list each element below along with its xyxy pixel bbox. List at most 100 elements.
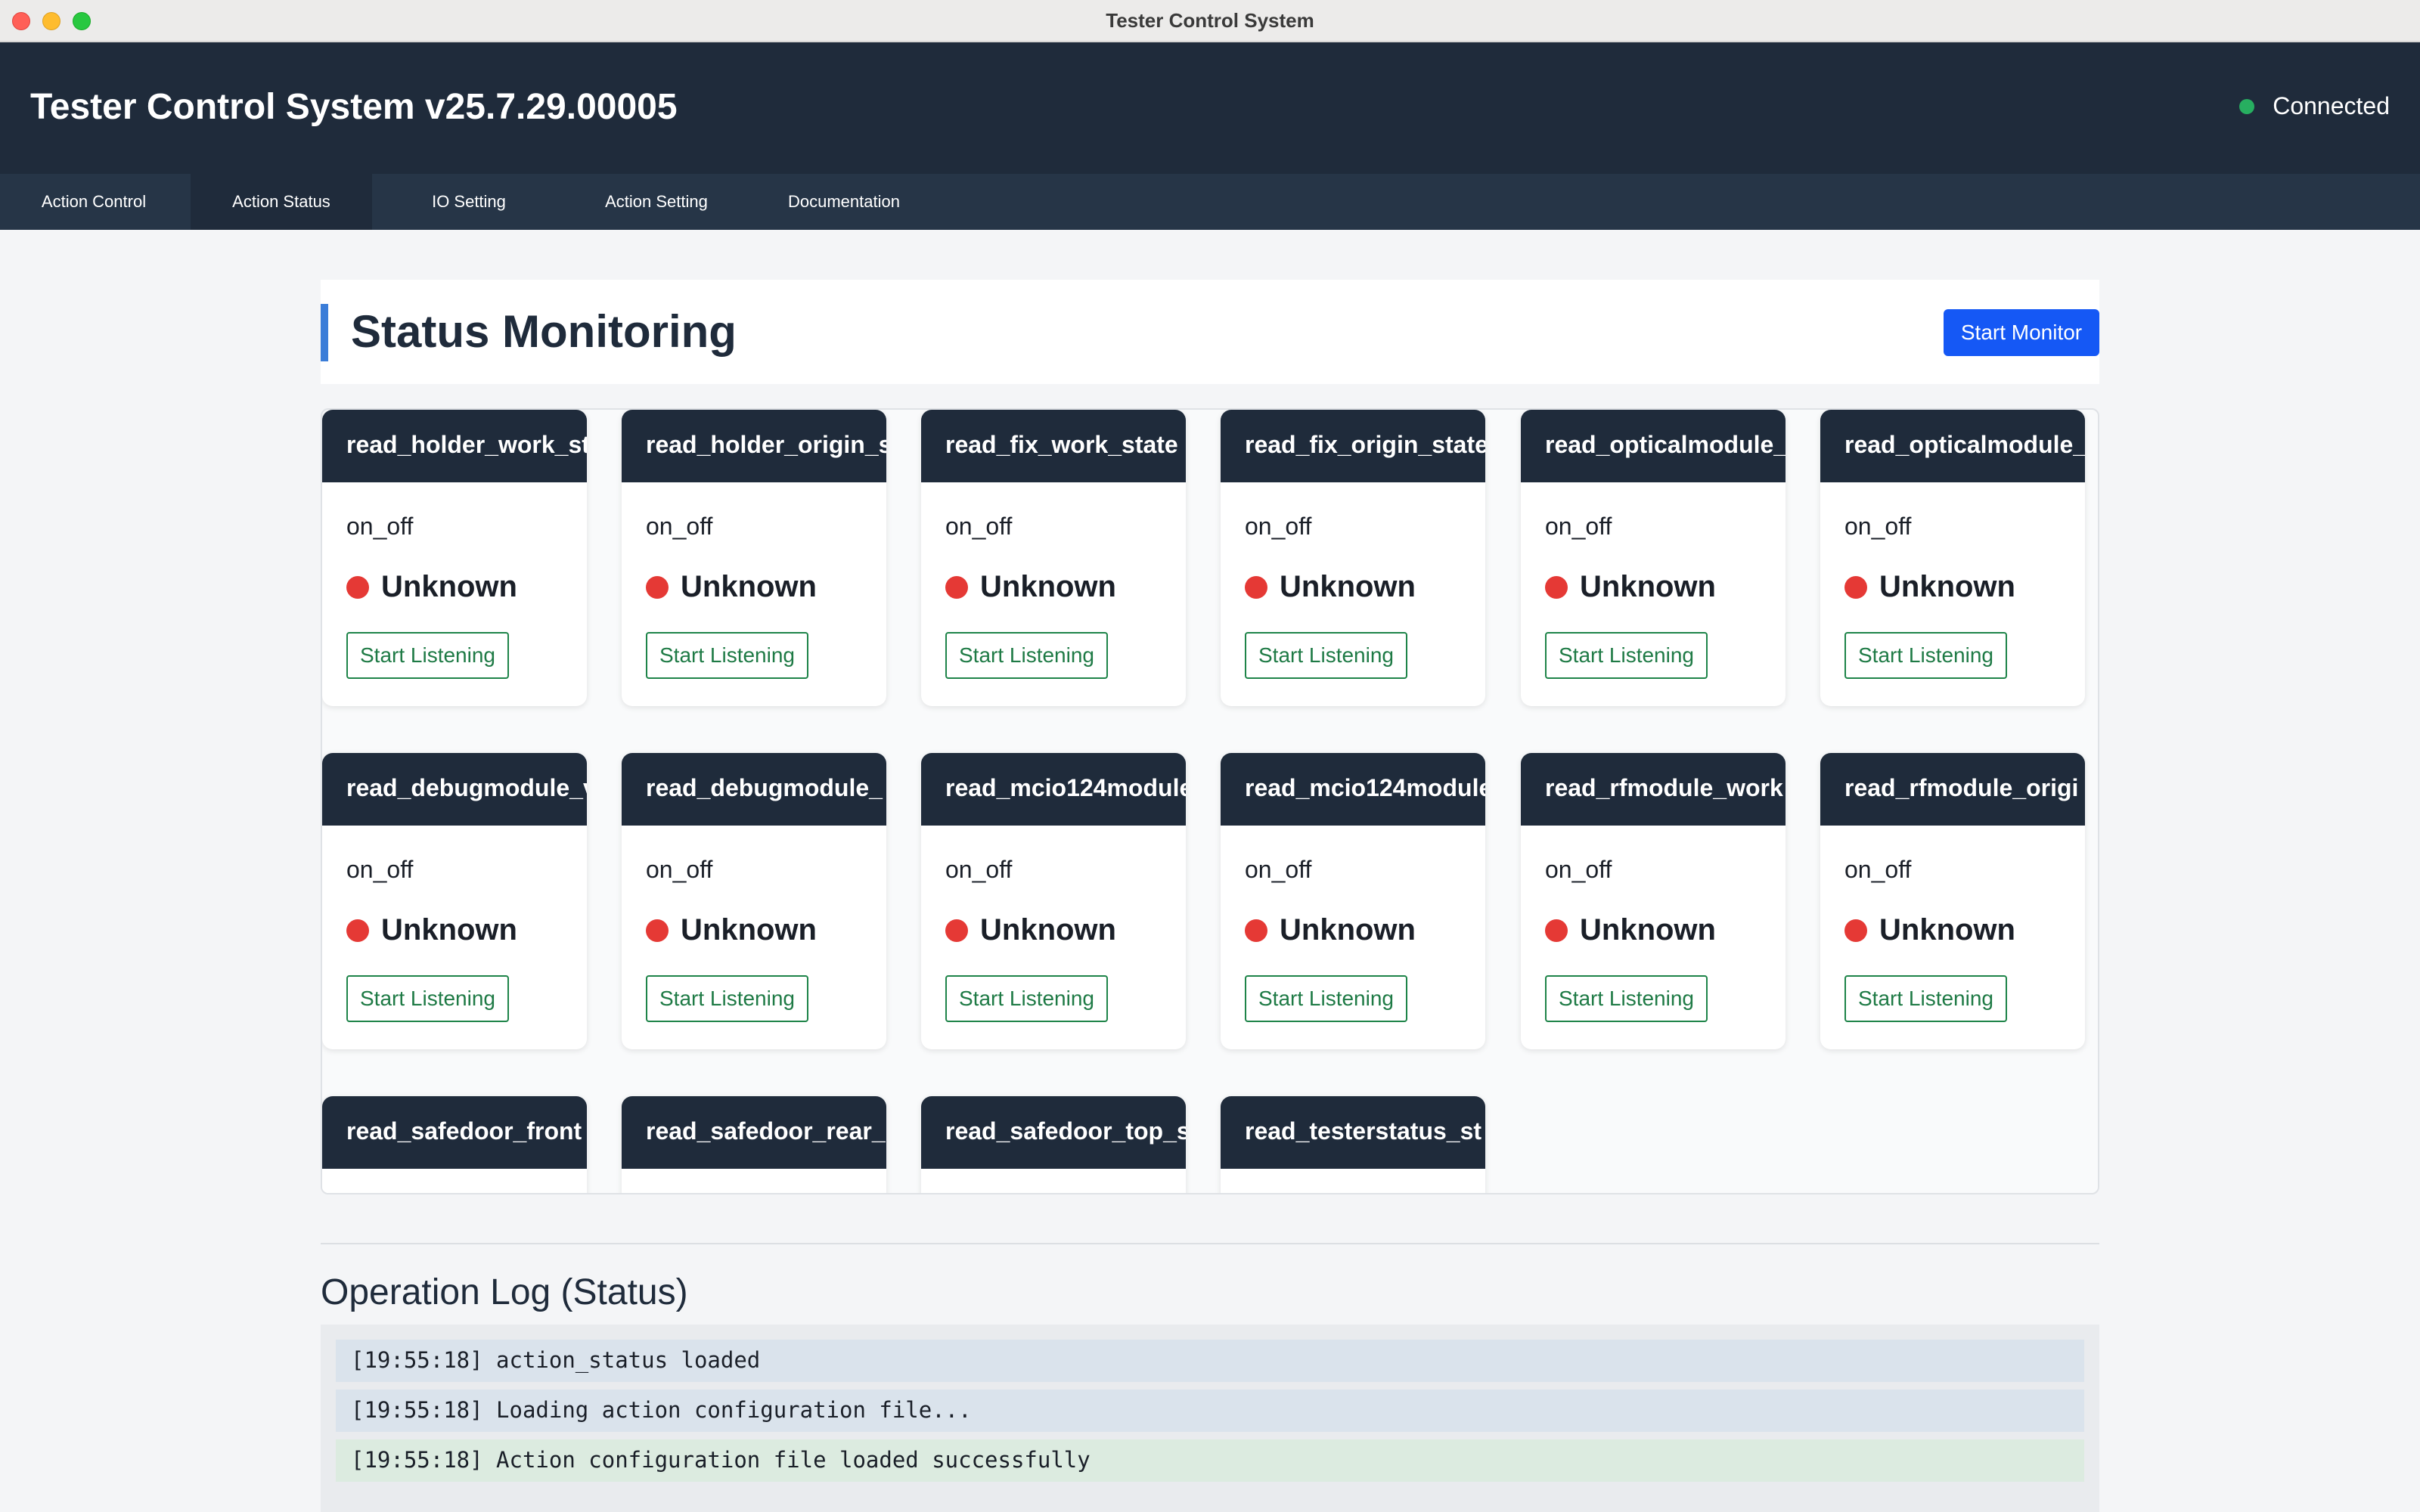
window-title-bar: Tester Control System (0, 0, 2420, 42)
start-listening-button[interactable]: Start Listening (1545, 632, 1708, 679)
tab-action-setting[interactable]: Action Setting (566, 174, 747, 230)
card-type: on_off (346, 856, 414, 883)
operation-log[interactable]: [19:55:18] action_status loaded [19:55:1… (321, 1325, 2099, 1512)
card-type: on_off (1844, 856, 1912, 883)
status-card: read_opticalmodule_ on_off Unknown Start… (1820, 410, 2085, 706)
status-dot-icon (346, 575, 369, 599)
status-card: read_rfmodule_work on_off Unknown Start … (1521, 753, 1786, 1049)
card-type: on_off (1245, 856, 1312, 883)
card-title: read_opticalmodule_ (1521, 410, 1786, 482)
status-card: read_safedoor_top_s (921, 1096, 1186, 1193)
start-listening-button[interactable]: Start Listening (945, 975, 1108, 1022)
tab-io-setting[interactable]: IO Setting (378, 174, 560, 230)
card-title: read_safedoor_rear_ (622, 1096, 886, 1169)
app-title: Tester Control System v25.7.29.00005 (30, 87, 678, 127)
card-type: on_off (646, 513, 713, 540)
status-dot-icon (945, 575, 968, 599)
page-title: Status Monitoring (351, 306, 737, 357)
state-text: Unknown (980, 570, 1116, 603)
status-card: read_safedoor_rear_ (622, 1096, 886, 1193)
status-card: read_debugmodule_ on_off Unknown Start L… (622, 753, 886, 1049)
start-listening-button[interactable]: Start Listening (1844, 632, 2007, 679)
status-dot-icon (1245, 575, 1267, 599)
card-type: on_off (1545, 513, 1612, 540)
section-divider (321, 1243, 2099, 1244)
card-title: read_testerstatus_st (1221, 1096, 1485, 1169)
status-dot-icon (1545, 575, 1568, 599)
card-type: on_off (646, 856, 713, 883)
start-listening-button[interactable]: Start Listening (945, 632, 1108, 679)
log-title: Operation Log (Status) (321, 1272, 688, 1312)
start-listening-button[interactable]: Start Listening (1245, 632, 1407, 679)
status-dot-icon (1844, 919, 1867, 942)
card-state: Unknown (1545, 570, 1716, 604)
card-state: Unknown (945, 913, 1116, 947)
card-title: read_debugmodule_ (622, 753, 886, 826)
log-entry: [19:55:18] action_status loaded (336, 1340, 2084, 1382)
status-card: read_fix_work_state on_off Unknown Start… (921, 410, 1186, 706)
card-state: Unknown (1245, 570, 1416, 604)
state-text: Unknown (1580, 913, 1716, 947)
card-type: on_off (945, 856, 1013, 883)
status-panel-header: Status Monitoring Start Monitor (321, 280, 2099, 384)
tab-action-status[interactable]: Action Status (191, 174, 372, 230)
state-text: Unknown (1879, 570, 2015, 603)
status-card: read_mcio124module on_off Unknown Start … (921, 753, 1186, 1049)
start-listening-button[interactable]: Start Listening (346, 632, 509, 679)
start-listening-button[interactable]: Start Listening (346, 975, 509, 1022)
state-text: Unknown (1580, 570, 1716, 603)
state-text: Unknown (1280, 913, 1416, 947)
card-title: read_debugmodule_v (322, 753, 587, 826)
status-dot-icon (346, 919, 369, 942)
card-title: read_mcio124module (921, 753, 1186, 826)
status-card: read_fix_origin_state on_off Unknown Sta… (1221, 410, 1485, 706)
status-dot-icon (945, 919, 968, 942)
status-card: read_mcio124module on_off Unknown Start … (1221, 753, 1485, 1049)
card-title: read_rfmodule_work (1521, 753, 1786, 826)
card-state: Unknown (646, 913, 817, 947)
card-title: read_mcio124module (1221, 753, 1485, 826)
status-dot-icon (1245, 919, 1267, 942)
card-state: Unknown (945, 570, 1116, 604)
nav-tabs: Action Control Action Status IO Setting … (0, 174, 2420, 230)
start-listening-button[interactable]: Start Listening (646, 975, 808, 1022)
tab-documentation[interactable]: Documentation (753, 174, 935, 230)
state-text: Unknown (381, 913, 517, 947)
connection-status: Connected (2239, 92, 2390, 120)
start-listening-button[interactable]: Start Listening (1245, 975, 1407, 1022)
status-dot-icon (2239, 98, 2255, 114)
card-state: Unknown (646, 570, 817, 604)
card-state: Unknown (1245, 913, 1416, 947)
card-type: on_off (945, 513, 1013, 540)
state-text: Unknown (681, 913, 817, 947)
start-listening-button[interactable]: Start Listening (1844, 975, 2007, 1022)
status-card-grid[interactable]: read_holder_work_st on_off Unknown Start… (321, 408, 2099, 1194)
card-title: read_rfmodule_origi (1820, 753, 2085, 826)
status-card: read_testerstatus_st (1221, 1096, 1485, 1193)
state-text: Unknown (681, 570, 817, 603)
card-state: Unknown (1844, 570, 2015, 604)
status-card: read_opticalmodule_ on_off Unknown Start… (1521, 410, 1786, 706)
log-entry: [19:55:18] Loading action configuration … (336, 1390, 2084, 1432)
card-title: read_holder_origin_s (622, 410, 886, 482)
state-text: Unknown (1879, 913, 2015, 947)
status-card: read_holder_work_st on_off Unknown Start… (322, 410, 587, 706)
card-title: read_fix_work_state (921, 410, 1186, 482)
start-listening-button[interactable]: Start Listening (646, 632, 808, 679)
connection-status-text: Connected (2273, 92, 2390, 119)
status-card: read_rfmodule_origi on_off Unknown Start… (1820, 753, 2085, 1049)
start-listening-button[interactable]: Start Listening (1545, 975, 1708, 1022)
card-state: Unknown (1545, 913, 1716, 947)
status-dot-icon (646, 919, 669, 942)
card-type: on_off (1545, 856, 1612, 883)
card-title: read_holder_work_st (322, 410, 587, 482)
card-type: on_off (1844, 513, 1912, 540)
card-state: Unknown (1844, 913, 2015, 947)
status-dot-icon (1844, 575, 1867, 599)
state-text: Unknown (381, 570, 517, 603)
card-state: Unknown (346, 570, 517, 604)
status-card: read_debugmodule_v on_off Unknown Start … (322, 753, 587, 1049)
start-monitor-button[interactable]: Start Monitor (1944, 309, 2099, 356)
card-title: read_safedoor_front (322, 1096, 587, 1169)
tab-action-control[interactable]: Action Control (3, 174, 185, 230)
